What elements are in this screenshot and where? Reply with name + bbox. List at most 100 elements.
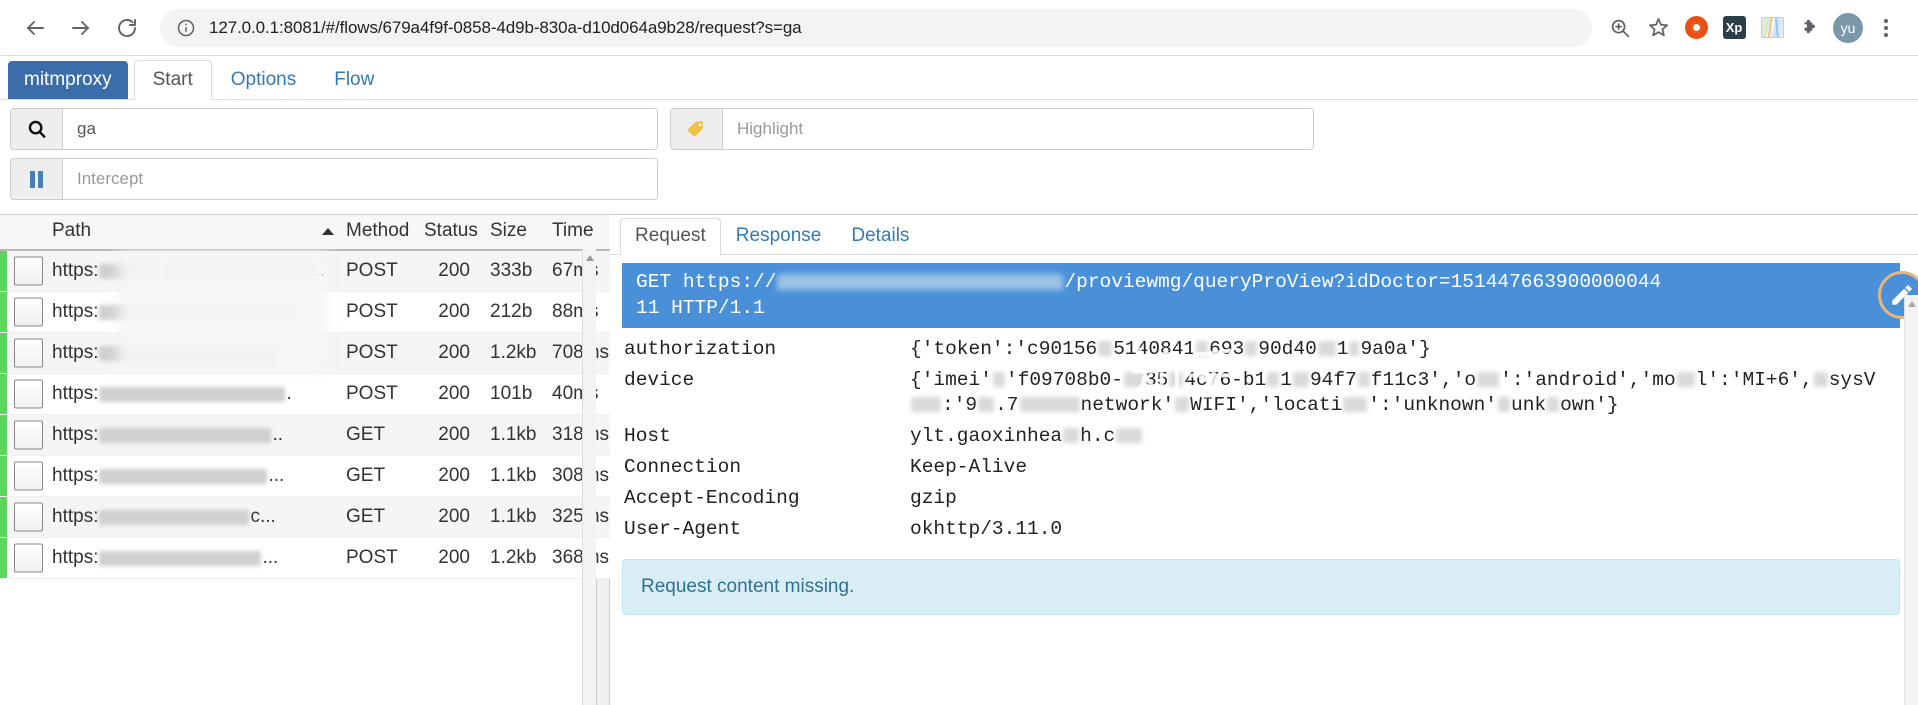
tab-response[interactable]: Response xyxy=(721,218,837,254)
row-checkbox[interactable] xyxy=(14,420,43,450)
tab-flow[interactable]: Flow xyxy=(315,60,393,99)
table-row[interactable]: https: POST 200 1.2kb 708ms xyxy=(0,332,610,375)
cell-method: GET xyxy=(340,496,418,539)
tab-options[interactable]: Options xyxy=(212,60,315,99)
back-button[interactable] xyxy=(14,7,56,49)
cell-status: 200 xyxy=(418,537,484,580)
bookmark-button[interactable] xyxy=(1640,10,1676,46)
tab-details[interactable]: Details xyxy=(836,218,924,254)
arrow-left-icon xyxy=(27,20,44,35)
row-checkbox[interactable] xyxy=(14,338,43,368)
flow-list-scrollbar[interactable] xyxy=(582,249,596,705)
redaction-blur xyxy=(99,386,286,402)
cell-path: https: xyxy=(0,332,340,375)
reload-button[interactable] xyxy=(106,7,148,49)
row-status-marker xyxy=(0,415,7,455)
row-checkbox[interactable] xyxy=(14,461,43,491)
table-row[interactable]: https:... GET 200 1.1kb 308ms xyxy=(0,455,610,498)
highlight-input[interactable] xyxy=(723,109,1313,149)
header-value: ylt.gaoxinhea h.c xyxy=(910,421,1918,452)
row-checkbox[interactable] xyxy=(14,297,43,327)
cell-time: 40ms xyxy=(546,373,610,416)
row-status-marker xyxy=(0,538,7,578)
search-icon-button[interactable] xyxy=(11,109,63,149)
detail-scrollbar[interactable] xyxy=(1904,295,1918,705)
flow-list-panel: Path Method Status Size Time https:.. PO… xyxy=(0,215,610,705)
cell-path: https:. xyxy=(0,373,340,416)
cell-path-suffix: . xyxy=(286,383,292,405)
extension-xp-button[interactable]: Xp xyxy=(1716,10,1752,46)
tab-start[interactable]: Start xyxy=(133,60,212,100)
column-header-method[interactable]: Method xyxy=(340,215,418,251)
intercept-input[interactable] xyxy=(63,159,657,199)
cell-size: 1.1kb xyxy=(484,496,546,539)
column-header-path[interactable]: Path xyxy=(0,215,340,251)
cell-method: POST xyxy=(340,537,418,580)
header-value: okhttp/3.11.0 xyxy=(910,518,1063,540)
filter-row-top xyxy=(10,108,1908,150)
row-status-marker xyxy=(0,251,7,291)
cell-size: 101b xyxy=(484,373,546,416)
cell-path-text: https: xyxy=(52,342,99,364)
reload-icon xyxy=(118,18,136,37)
header-key: User-Agent xyxy=(624,518,742,540)
browser-toolbar: 127.0.0.1:8081/#/flows/679a4f9f-0858-4d9… xyxy=(0,0,1918,56)
extension-ubuntu-button[interactable] xyxy=(1678,10,1714,46)
address-bar[interactable]: 127.0.0.1:8081/#/flows/679a4f9f-0858-4d9… xyxy=(160,8,1592,47)
header-row[interactable]: Host ylt.gaoxinhea h.c xyxy=(610,421,1918,452)
app-brand[interactable]: mitmproxy xyxy=(8,61,128,99)
extension-map-button[interactable] xyxy=(1754,10,1790,46)
header-value: Keep-Alive xyxy=(910,456,1028,478)
flow-table: Path Method Status Size Time https:.. PO… xyxy=(0,215,610,580)
cell-time: 368ms xyxy=(546,537,610,580)
extensions-button[interactable] xyxy=(1792,10,1828,46)
redaction-blur xyxy=(99,427,272,443)
redaction-blur xyxy=(99,468,268,484)
request-view: GET https:// /proviewmg/queryProView?idDo… xyxy=(610,255,1918,705)
mitmproxy-header: mitmproxy Start Options Flow xyxy=(0,56,1918,100)
table-row[interactable]: https: c... GET 200 1.1kb 325ms xyxy=(0,496,610,539)
main-split: Path Method Status Size Time https:.. PO… xyxy=(0,214,1918,705)
row-checkbox[interactable] xyxy=(14,379,43,409)
pause-icon xyxy=(30,170,43,188)
host-redaction-blur xyxy=(777,273,1064,290)
column-header-time[interactable]: Time xyxy=(546,215,610,251)
column-header-status[interactable]: Status xyxy=(418,215,484,251)
row-checkbox[interactable] xyxy=(14,502,43,532)
cell-size: 1.1kb xyxy=(484,455,546,498)
column-header-size[interactable]: Size xyxy=(484,215,546,251)
zoom-button[interactable] xyxy=(1602,10,1638,46)
request-line[interactable]: GET https:// /proviewmg/queryProView?idDo… xyxy=(622,263,1918,328)
browser-actions: Xp yu xyxy=(1602,10,1904,46)
header-row[interactable]: authorization {'token':'c90156 5140841 693… xyxy=(610,334,1918,365)
highlight-icon-button[interactable] xyxy=(671,109,723,149)
table-row[interactable]: https:. POST 200 101b 40ms xyxy=(0,373,610,416)
cell-method: POST xyxy=(340,250,418,293)
row-checkbox[interactable] xyxy=(14,543,43,573)
filter-toolbar xyxy=(0,100,1918,214)
profile-button[interactable]: yu xyxy=(1830,10,1866,46)
table-row[interactable]: https:.. GET 200 1.1kb 318ms xyxy=(0,414,610,457)
more-vertical-icon xyxy=(1884,18,1888,37)
search-input[interactable] xyxy=(63,109,657,149)
header-row[interactable]: device {'imei''f09708b0- 35 4c76-b1 1 94f7 f1… xyxy=(610,365,1918,421)
table-row[interactable]: https:... POST 200 1.2kb 368ms xyxy=(0,537,610,580)
cell-size: 1.2kb xyxy=(484,537,546,580)
header-value: {'imei''f09708b0- 35 4c76-b1 1 94f7 f11c3','o… xyxy=(910,369,1876,416)
table-row[interactable]: https:.. POST 200 333b 67ms xyxy=(0,250,610,293)
header-row[interactable]: Accept-Encoding gzip xyxy=(610,483,1918,514)
row-status-marker xyxy=(0,292,7,332)
xp-badge-icon: Xp xyxy=(1722,16,1746,39)
row-checkbox[interactable] xyxy=(14,256,43,286)
cell-method: GET xyxy=(340,414,418,457)
site-info-icon[interactable] xyxy=(176,18,196,38)
tab-request[interactable]: Request xyxy=(620,218,721,255)
forward-button[interactable] xyxy=(60,7,102,49)
table-row[interactable]: https: POST 200 212b 88ms xyxy=(0,291,610,334)
cell-path-text: https: xyxy=(52,506,99,528)
header-row[interactable]: Connection Keep-Alive xyxy=(610,452,1918,483)
header-row[interactable]: User-Agent okhttp/3.11.0 xyxy=(610,514,1918,545)
request-path: /proviewmg/queryProView?idDoctor=1514476… xyxy=(1064,271,1662,293)
chrome-menu-button[interactable] xyxy=(1868,10,1904,46)
intercept-toggle-button[interactable] xyxy=(11,159,63,199)
